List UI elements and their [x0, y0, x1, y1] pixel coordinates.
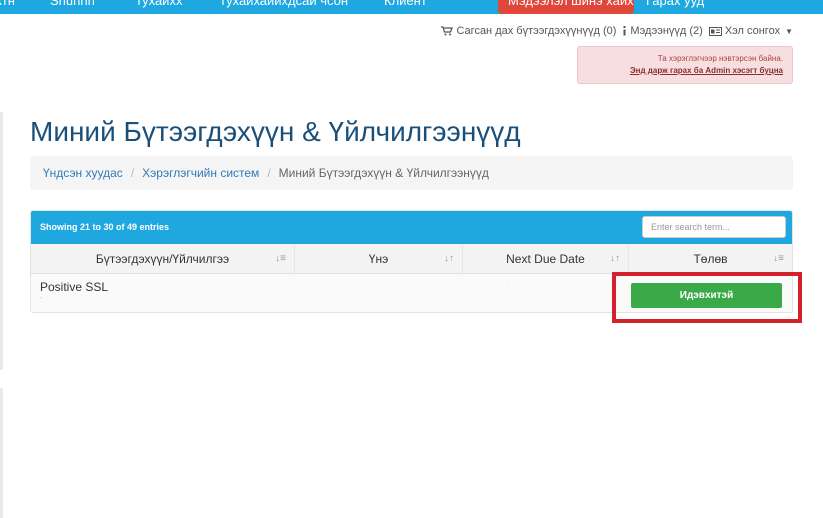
- product-cell: Positive SSL -: [31, 274, 295, 312]
- admin-return-link[interactable]: Энд дарж гарах ба Admin хэсэгт буцна: [578, 64, 783, 77]
- notifications-label: Мэдээнүүд (2): [630, 25, 703, 37]
- breadcrumb-separator: /: [267, 166, 271, 180]
- column-label-due-date: Next Due Date: [506, 252, 585, 266]
- sort-alpha-icon: ↓≡: [275, 253, 286, 264]
- nav-item-1[interactable]: ктн: [0, 0, 15, 8]
- cart-icon: [441, 26, 454, 36]
- info-icon: [623, 26, 626, 36]
- sidebar-edge-lower: [0, 388, 3, 518]
- top-navbar: ктн Shuhhh тухаихх тухаихаиихдсаи чсон К…: [0, 0, 823, 14]
- chevron-down-icon: ▼: [785, 26, 793, 36]
- column-header-price[interactable]: Үнэ ↓↑: [295, 244, 463, 274]
- due-date-value: -: [507, 280, 510, 287]
- nav-item-right[interactable]: Гарах ууд: [646, 0, 704, 8]
- column-label-product: Бүтээгдэхүүн/Үйлчилгээ: [95, 252, 230, 266]
- nav-item-3[interactable]: тухаихх: [136, 0, 182, 8]
- column-label-status: Төлөв: [693, 252, 728, 266]
- utility-bar: Сагсан дах бүтээгдэхүүнүүд (0) Мэдээнүүд…: [441, 25, 793, 37]
- sort-icon: ↓↑: [444, 253, 454, 264]
- nav-highlight-label: Мэдээлэл шинэ хайх: [508, 0, 634, 8]
- highlight-box: [612, 272, 802, 323]
- sort-icon: ↓↑: [610, 253, 620, 264]
- language-dropdown[interactable]: Хэл сонгох ▼: [708, 25, 793, 37]
- entries-count: Showing 21 to 30 of 49 entries: [40, 222, 170, 232]
- nav-highlight-button[interactable]: Мэдээлэл шинэ хайх: [498, 0, 634, 14]
- breadcrumb-client-area[interactable]: Хэрэглэгчийн систем: [142, 166, 259, 180]
- table-toolbar: Showing 21 to 30 of 49 entries: [31, 211, 792, 244]
- admin-alert: Та хэрэглэгчээр нэвтэрсэн байна. Энд дар…: [577, 46, 793, 84]
- search-input[interactable]: [642, 216, 786, 238]
- product-name: Positive SSL: [40, 280, 109, 294]
- notifications-link[interactable]: Мэдээнүүд (2): [622, 25, 703, 37]
- column-label-price: Үнэ: [368, 252, 389, 266]
- nav-item-2[interactable]: Shuhhh: [50, 0, 95, 8]
- nav-item-5[interactable]: Клиент: [384, 0, 427, 8]
- admin-alert-message: Та хэрэглэгчээр нэвтэрсэн байна.: [657, 54, 783, 63]
- column-header-due-date[interactable]: Next Due Date ↓↑: [463, 244, 629, 274]
- cart-label: Сагсан дах бүтээгдэхүүнүүд (0): [456, 25, 617, 37]
- language-icon: [708, 26, 722, 36]
- breadcrumb: Үндсэн хуудас / Хэрэглэгчийн систем / Ми…: [30, 156, 793, 190]
- due-date-cell: -: [463, 274, 629, 312]
- breadcrumb-home[interactable]: Үндсэн хуудас: [43, 166, 123, 180]
- cart-link[interactable]: Сагсан дах бүтээгдэхүүнүүд (0): [441, 25, 616, 37]
- sidebar-edge: [0, 112, 3, 370]
- product-domain: -: [40, 295, 43, 302]
- nav-item-4[interactable]: тухаихаиихдсаи чсон: [220, 0, 348, 8]
- table-header: Бүтээгдэхүүн/Үйлчилгээ ↓≡ Үнэ ↓↑ Next Du…: [31, 244, 792, 274]
- page-title: Миний Бүтээгдэхүүн & Үйлчилгээнүүд: [30, 116, 521, 147]
- column-header-product[interactable]: Бүтээгдэхүүн/Үйлчилгээ ↓≡: [31, 244, 295, 274]
- sort-alpha-icon: ↓≡: [773, 253, 784, 264]
- breadcrumb-current: Миний Бүтээгдэхүүн & Үйлчилгээнүүд: [278, 166, 489, 180]
- price-cell: [295, 274, 463, 312]
- column-header-status[interactable]: Төлөв ↓≡: [629, 244, 792, 274]
- language-label: Хэл сонгох: [724, 25, 781, 37]
- breadcrumb-separator: /: [130, 166, 135, 180]
